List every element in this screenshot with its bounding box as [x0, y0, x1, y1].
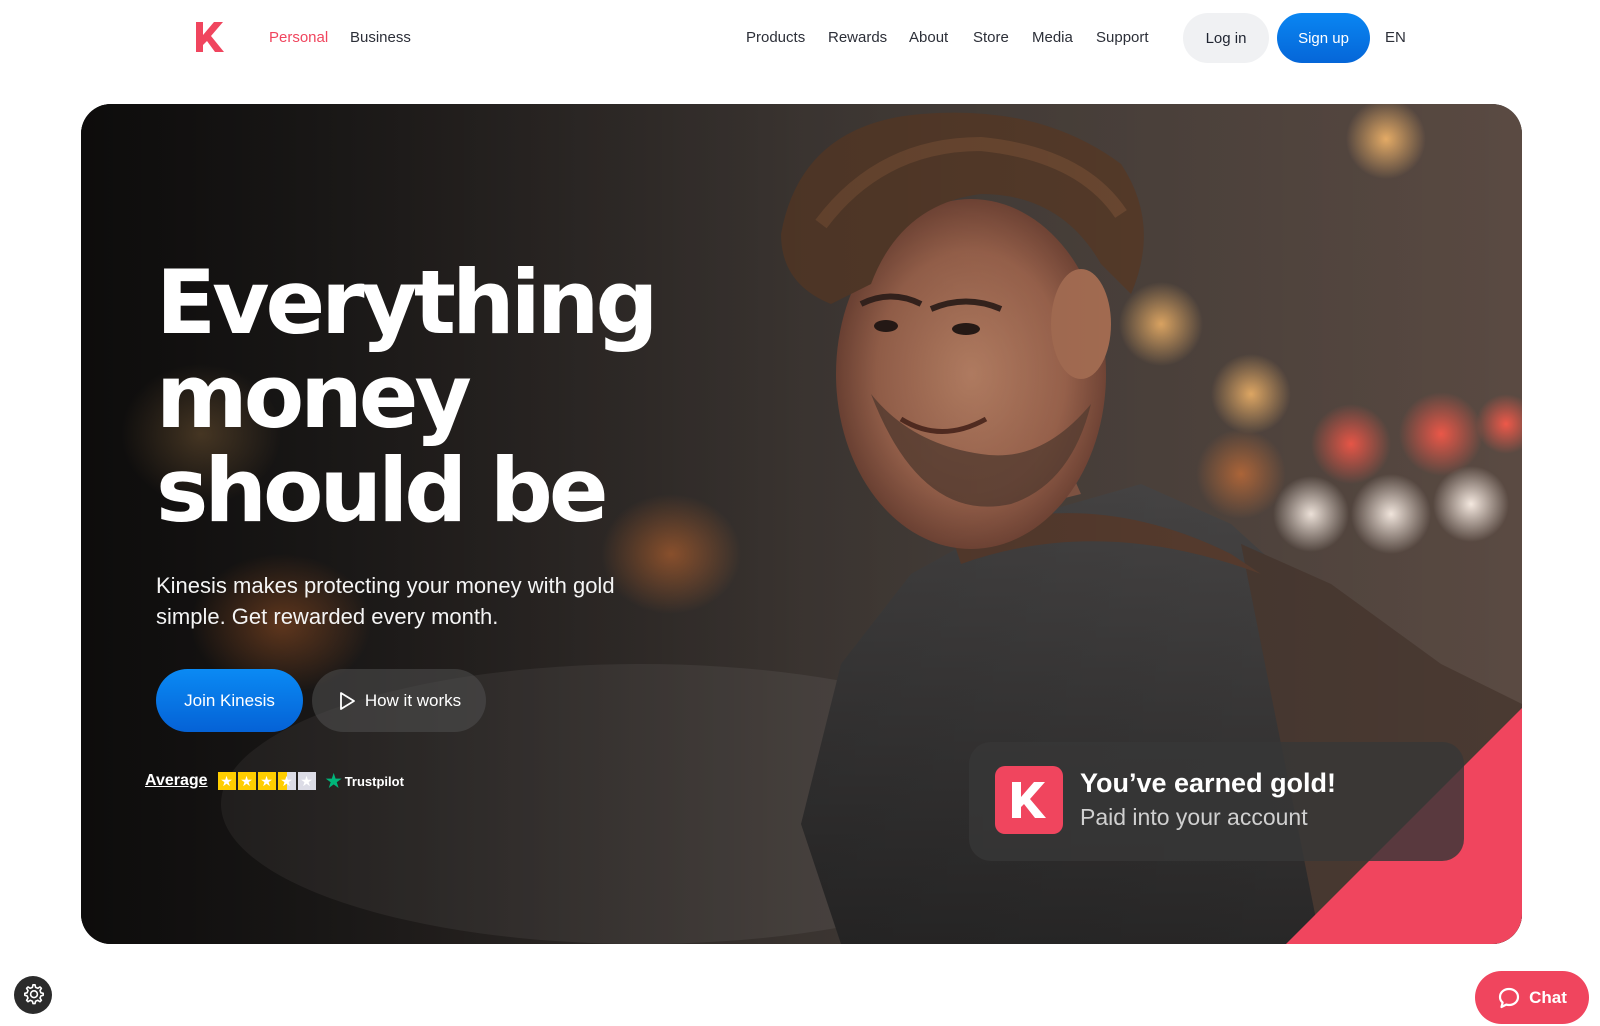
- trustpilot-star: ★: [297, 772, 316, 790]
- trustpilot-star: ★: [237, 772, 256, 790]
- cookie-settings-button[interactable]: [14, 976, 52, 1014]
- how-it-works-button[interactable]: How it works: [312, 669, 486, 732]
- trustpilot-brand: ★ Trustpilot: [326, 771, 404, 792]
- top-navigation: Personal Business Products Rewards About…: [0, 0, 1600, 76]
- signup-button[interactable]: Sign up: [1277, 13, 1370, 63]
- headline-line-2: money: [156, 345, 472, 448]
- nav-business[interactable]: Business: [350, 29, 411, 46]
- nav-media[interactable]: Media: [1032, 29, 1073, 46]
- nav-support[interactable]: Support: [1096, 29, 1149, 46]
- trustpilot-stars: ★ ★ ★ ★ ★: [217, 772, 316, 790]
- hero-headline: Everything money should be: [156, 256, 716, 538]
- gear-icon: [24, 984, 44, 1005]
- gold-earned-toast: You’ve earned gold! Paid into your accou…: [969, 742, 1464, 861]
- trustpilot-star-icon: ★: [325, 770, 342, 791]
- headline-line-3: should be: [156, 439, 609, 542]
- hero-section: Everything money should be Kinesis makes…: [81, 104, 1522, 944]
- play-icon: [339, 691, 355, 710]
- trustpilot-star: ★: [217, 772, 236, 790]
- chat-button[interactable]: Chat: [1475, 971, 1589, 1024]
- kinesis-logo[interactable]: [196, 22, 226, 52]
- how-it-works-label: How it works: [364, 690, 462, 710]
- nav-personal[interactable]: Personal: [269, 29, 328, 46]
- nav-about[interactable]: About: [909, 29, 948, 46]
- trustpilot-brand-label: Trustpilot: [344, 773, 404, 789]
- chat-bubble-icon: [1499, 987, 1520, 1008]
- join-kinesis-button[interactable]: Join Kinesis: [156, 669, 303, 732]
- trustpilot-rating-label[interactable]: Average: [145, 772, 208, 790]
- chat-label: Chat: [1529, 987, 1567, 1007]
- nav-rewards[interactable]: Rewards: [828, 29, 887, 46]
- kinesis-k-logo-icon: [995, 766, 1063, 834]
- toast-subtitle: Paid into your account: [1080, 804, 1308, 830]
- nav-store[interactable]: Store: [973, 29, 1009, 46]
- toast-title: You’ve earned gold!: [1080, 768, 1337, 798]
- login-button[interactable]: Log in: [1183, 13, 1269, 63]
- trustpilot-star: ★: [277, 772, 296, 790]
- nav-products[interactable]: Products: [746, 29, 805, 46]
- language-selector[interactable]: EN: [1385, 29, 1406, 46]
- headline-line-1: Everything: [156, 251, 658, 354]
- hero-subtitle: Kinesis makes protecting your money with…: [156, 573, 615, 629]
- trustpilot-rating[interactable]: Average ★ ★ ★ ★ ★ ★ Trustpilot: [145, 770, 404, 792]
- trustpilot-star: ★: [257, 772, 276, 790]
